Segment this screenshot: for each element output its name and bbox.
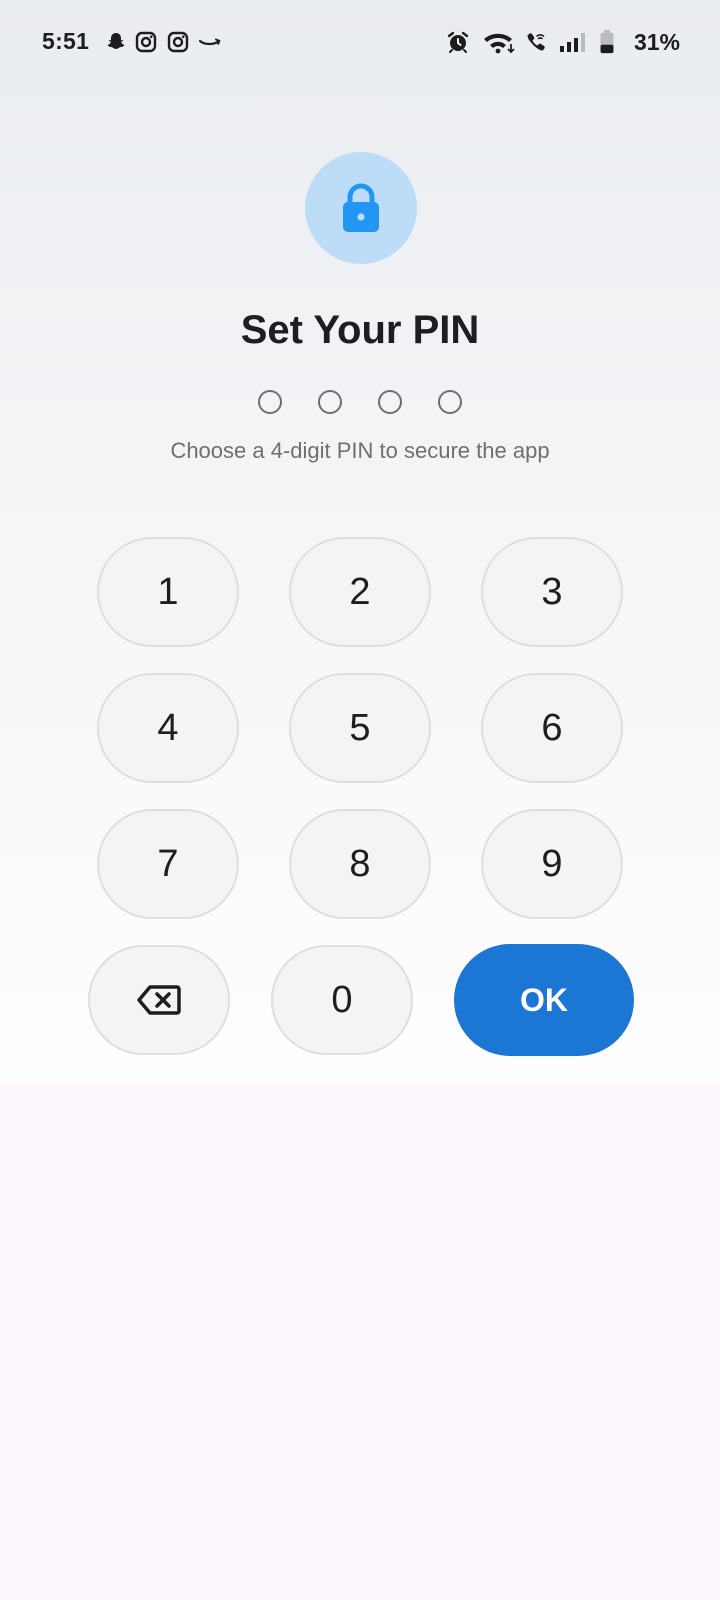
key-5[interactable]: 5 [289, 673, 431, 783]
backspace-icon [137, 985, 181, 1015]
ok-button[interactable]: OK [454, 944, 634, 1056]
pin-instructions: Choose a 4-digit PIN to secure the app [170, 438, 550, 463]
backspace-button[interactable] [88, 945, 230, 1055]
lock-badge [305, 152, 417, 264]
key-2[interactable]: 2 [289, 537, 431, 647]
instagram-icon [166, 30, 190, 54]
snapchat-icon [104, 30, 128, 54]
pin-dot [438, 390, 462, 414]
key-3[interactable]: 3 [481, 537, 623, 647]
battery-icon [598, 30, 616, 54]
wifi-icon [482, 30, 516, 54]
key-4[interactable]: 4 [97, 673, 239, 783]
key-7[interactable]: 7 [97, 809, 239, 919]
pin-indicator [0, 390, 720, 420]
key-6[interactable]: 6 [481, 673, 623, 783]
pin-dot [258, 390, 282, 414]
wifi-call-icon [524, 30, 548, 54]
page-title: Set Your PIN [240, 308, 480, 352]
key-1[interactable]: 1 [97, 537, 239, 647]
signal-icon [558, 30, 588, 54]
amazon-icon [198, 30, 222, 54]
pin-dot [318, 390, 342, 414]
pin-setup-screen: 5:51 31% Set Your PIN Choose a 4-digit P… [0, 0, 720, 1600]
instagram-icon [134, 30, 158, 54]
status-bar: 5:51 31% [0, 22, 720, 62]
battery-percentage: 31% [633, 29, 680, 55]
status-time: 5:51 [42, 28, 90, 54]
key-8[interactable]: 8 [289, 809, 431, 919]
key-0[interactable]: 0 [271, 945, 413, 1055]
empty-bottom-area [0, 1083, 720, 1600]
key-9[interactable]: 9 [481, 809, 623, 919]
lock-icon [343, 183, 379, 232]
pin-dot [378, 390, 402, 414]
alarm-icon [446, 30, 470, 54]
